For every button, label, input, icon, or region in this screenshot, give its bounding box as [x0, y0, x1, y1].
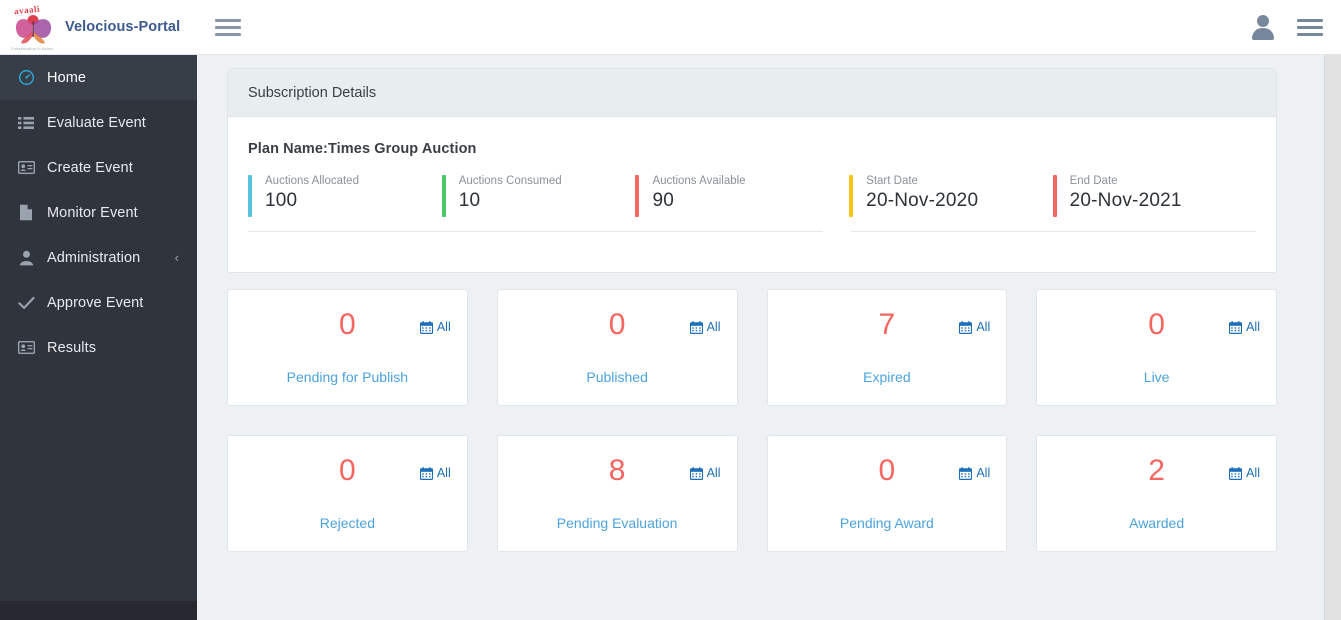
header-menu-icon[interactable]: [1297, 18, 1323, 36]
user-account-icon[interactable]: [1251, 14, 1275, 40]
metric-text: Auctions Allocated 100: [252, 175, 359, 217]
metric-end-date: End Date 20-Nov-2021: [1052, 175, 1256, 217]
id-card-icon: [14, 161, 38, 174]
stat-card-value: 7: [878, 308, 896, 341]
sidebar-nav: Home Evaluate Event Create Event Monitor Ev…: [0, 55, 197, 601]
panel-title: Subscription Details: [248, 84, 377, 101]
stat-card-value: 0: [1148, 308, 1165, 341]
metric-auctions-available: Auctions Available 90: [635, 175, 829, 217]
stat-card-pending-award[interactable]: All 0 Pending Award: [766, 435, 1008, 552]
main-right-gap: [1317, 55, 1324, 620]
stat-card-label: Expired: [863, 369, 911, 385]
brand-title: Velocious-Portal: [65, 19, 181, 35]
id-card-icon: [14, 341, 38, 354]
document-icon: [14, 204, 38, 221]
avaali-logo-icon: avaali Collaboration in Action: [10, 3, 58, 51]
stat-card-label: Awarded: [1129, 515, 1185, 531]
sidebar-item-label: Results: [47, 339, 97, 356]
stat-card-expired[interactable]: All 7 Expired: [766, 289, 1008, 406]
metric-value: 20-Nov-2021: [1069, 190, 1182, 211]
divider-left: [248, 231, 824, 232]
sidebar-item-label: Evaluate Event: [47, 114, 146, 131]
stat-card-value: 8: [608, 454, 626, 487]
metric-label: Auctions Consumed: [458, 175, 562, 187]
content-column: Subscription Details Plan Name:Times Gro…: [227, 55, 1311, 620]
metric-dividers: [248, 231, 1256, 232]
stat-card-pending-evaluation[interactable]: All 8 Pending Evaluation: [496, 435, 738, 552]
stat-card-pending-for-publish[interactable]: All 0 Pending for Publish: [227, 289, 468, 406]
stat-card-published[interactable]: All 0 Published: [496, 289, 738, 406]
stat-card-label: Pending Award: [839, 515, 934, 531]
sidebar-item-create-event[interactable]: Create Event: [0, 145, 197, 190]
sidebar-item-results[interactable]: Results: [0, 325, 197, 370]
sidebar-item-label: Home: [47, 69, 87, 86]
stat-card-value: 2: [1148, 454, 1165, 487]
metric-value: 100: [265, 190, 298, 211]
dashboard-icon: [14, 69, 38, 86]
metric-label: End Date: [1069, 175, 1118, 187]
panel-header: Subscription Details: [228, 69, 1276, 117]
stat-card-value: 0: [339, 308, 356, 341]
metric-value: 20-Nov-2020: [866, 190, 979, 211]
header-actions: [1251, 14, 1341, 40]
date-metrics-group: Start Date 20-Nov-2020 End Date 20-Nov-2021: [849, 175, 1256, 217]
main-content: Subscription Details Plan Name:Times Gro…: [197, 55, 1341, 620]
divider-right: [851, 231, 1256, 232]
stat-card-value: 0: [608, 308, 626, 341]
metrics-row: Auctions Allocated 100 Auctions Consumed 10…: [248, 175, 1256, 217]
stat-card-label: Live: [1143, 369, 1170, 385]
metric-text: Start Date 20-Nov-2020: [853, 175, 978, 217]
stat-card-label: Rejected: [319, 515, 375, 531]
metric-value: 90: [652, 190, 674, 211]
plan-name-label: Plan Name:: [248, 141, 328, 157]
auction-metrics-group: Auctions Allocated 100 Auctions Consumed 10…: [248, 175, 829, 217]
check-icon: [14, 296, 38, 310]
sidebar-item-administration[interactable]: Administration ‹: [0, 235, 197, 280]
plan-name: Plan Name:Times Group Auction: [248, 141, 1256, 157]
sidebar-item-label: Monitor Event: [47, 204, 138, 221]
panel-body: Plan Name:Times Group Auction Auctions A…: [228, 117, 1276, 272]
sidebar-item-label: Create Event: [47, 159, 133, 176]
metric-auctions-allocated: Auctions Allocated 100: [248, 175, 442, 217]
sidebar-toggle-icon[interactable]: [215, 18, 241, 36]
scrollbar-thumb[interactable]: [1326, 55, 1341, 603]
metric-start-date: Start Date 20-Nov-2020: [849, 175, 1052, 217]
stat-card-label: Pending for Publish: [286, 369, 409, 385]
chevron-left-icon[interactable]: ‹: [175, 251, 179, 264]
metric-value: 10: [458, 190, 481, 211]
metric-label: Start Date: [866, 175, 918, 187]
stat-card-awarded[interactable]: All 2 Awarded: [1036, 435, 1277, 552]
sidebar-footer: [0, 601, 197, 620]
stat-card-value: 0: [878, 454, 896, 487]
metric-text: Auctions Available 90: [639, 175, 745, 217]
logo-tagline: Collaboration in Action: [11, 47, 54, 51]
list-icon: [14, 116, 38, 130]
page-scrollbar[interactable]: [1324, 55, 1341, 620]
stat-card-label: Pending Evaluation: [556, 515, 678, 531]
sidebar-item-label: Administration: [47, 249, 141, 266]
sidebar-item-evaluate-event[interactable]: Evaluate Event: [0, 100, 197, 145]
stat-card-value: 0: [339, 454, 356, 487]
metric-label: Auctions Allocated: [265, 175, 359, 187]
sidebar-item-label: Approve Event: [47, 294, 144, 311]
subscription-details-panel: Subscription Details Plan Name:Times Gro…: [227, 68, 1277, 273]
stat-card-live[interactable]: All 0 Live: [1036, 289, 1277, 406]
sidebar-item-approve-event[interactable]: Approve Event: [0, 280, 197, 325]
sidebar-item-monitor-event[interactable]: Monitor Event: [0, 190, 197, 235]
metric-label: Auctions Available: [652, 175, 746, 187]
top-header: avaali Collaboration in Action Velocious…: [0, 0, 1341, 55]
stat-card-rejected[interactable]: All 0 Rejected: [227, 435, 468, 552]
stat-card-grid: All 0 Pending for Publish All 0 Published All 7…: [227, 289, 1277, 552]
metric-text: Auctions Consumed 10: [446, 175, 562, 217]
user-icon: [14, 250, 38, 266]
metric-text: End Date 20-Nov-2021: [1057, 175, 1182, 217]
stat-card-label: Published: [586, 369, 648, 385]
plan-name-value: Times Group Auction: [327, 141, 477, 157]
metric-auctions-consumed: Auctions Consumed 10: [441, 175, 636, 217]
brand-zone: avaali Collaboration in Action Velocious…: [0, 0, 197, 55]
sidebar-item-home[interactable]: Home: [0, 55, 197, 100]
